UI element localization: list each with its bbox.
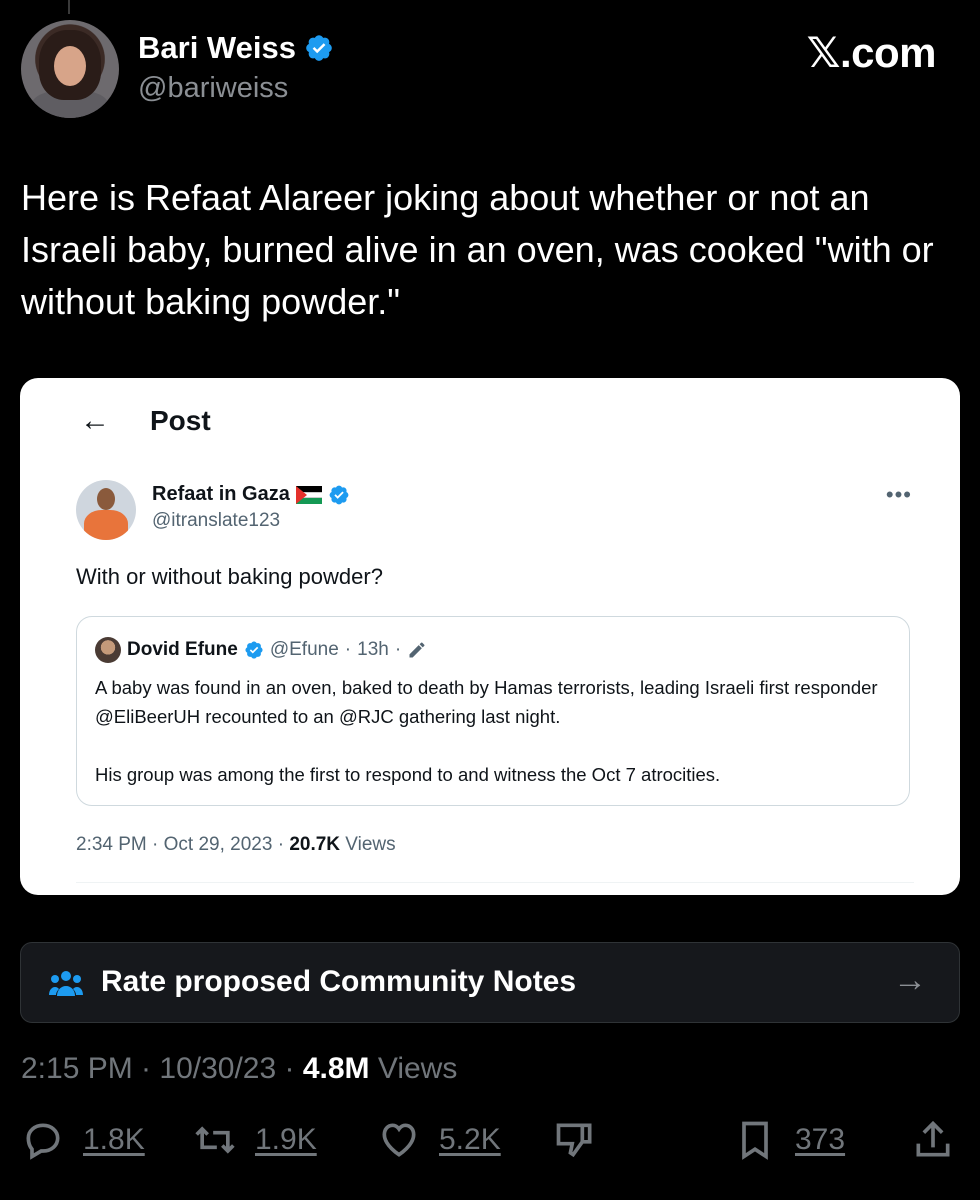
thread-line (68, 0, 70, 14)
quoted-body: A baby was found in an oven, baked to de… (95, 673, 895, 789)
tweet-text: Here is Refaat Alareer joking about whet… (21, 177, 934, 322)
embedded-author-handle: @itranslate123 (152, 510, 281, 531)
verified-badge-icon (306, 35, 332, 61)
quoted-time: 13h (357, 639, 389, 660)
verified-badge-icon (245, 641, 263, 659)
embedded-author-name: Refaat in Gaza (152, 483, 290, 505)
author-name-row[interactable]: Bari Weiss (138, 30, 334, 66)
more-options-icon: ••• (885, 482, 912, 507)
reply-count[interactable]: 1.8K (83, 1123, 145, 1157)
like-button[interactable]: 5.2K (377, 1118, 501, 1162)
bookmark-icon (742, 1121, 768, 1160)
share-icon (916, 1120, 950, 1157)
author-handle[interactable]: @bariweiss (138, 72, 334, 105)
heart-icon (382, 1123, 416, 1157)
verified-badge-icon (329, 485, 349, 504)
edited-pencil-icon (409, 642, 425, 658)
post-views-label: Views (369, 1052, 458, 1085)
reply-button[interactable]: 1.8K (21, 1118, 145, 1162)
community-people-icon (49, 971, 83, 996)
author-name[interactable]: Bari Weiss (138, 30, 296, 66)
post-timestamp[interactable]: 2:15 PM · 10/30/23 · (21, 1052, 303, 1085)
like-count[interactable]: 5.2K (439, 1123, 501, 1157)
quoted-post: Dovid Efune @Efune · 13h · A baby was fo… (76, 616, 910, 806)
repost-icon (195, 1126, 235, 1154)
quoted-separator: · (344, 639, 352, 660)
bookmark-button[interactable]: 373 (733, 1118, 845, 1162)
post-meta: 2:15 PM · 10/30/23 · 4.8M Views (21, 1052, 457, 1086)
embedded-author-block: Refaat in Gaza @itranslate123 (152, 483, 350, 532)
bookmark-count[interactable]: 373 (795, 1123, 845, 1157)
back-arrow-icon: ← (80, 404, 110, 437)
embedded-post-screenshot[interactable]: ← Post Refaat in Gaza @itranslate123 •••… (20, 378, 960, 895)
action-bar: 1.8K 1.9K 5.2K 373 (21, 1118, 961, 1178)
author-avatar[interactable] (21, 20, 119, 118)
quoted-author-name: Dovid Efune (127, 639, 238, 660)
embedded-author-avatar (76, 480, 136, 540)
downvote-button[interactable] (553, 1118, 597, 1162)
community-notes-button[interactable]: Rate proposed Community Notes → (20, 942, 960, 1023)
thumbs-down-icon (556, 1123, 592, 1158)
share-button[interactable] (911, 1118, 955, 1162)
divider (76, 882, 914, 883)
repost-count[interactable]: 1.9K (255, 1123, 317, 1157)
arrow-right-icon: → (893, 961, 927, 999)
community-notes-label: Rate proposed Community Notes (101, 965, 577, 998)
reply-icon (26, 1123, 60, 1160)
embedded-post-text: With or without baking powder? (76, 564, 383, 589)
embedded-post-title: Post (150, 405, 211, 436)
embedded-post-views-label: Views (340, 834, 396, 855)
post-views-count: 4.8M (302, 1052, 370, 1085)
embedded-post-views-count: 20.7K (289, 834, 341, 855)
embedded-post-meta: 2:34 PM · Oct 29, 2023 · 20.7K Views (76, 834, 396, 856)
x-logo-text: 𝕏.com (806, 29, 937, 76)
quoted-author-avatar (95, 637, 121, 663)
embedded-post-timestamp: 2:34 PM · Oct 29, 2023 · (76, 834, 290, 855)
repost-button[interactable]: 1.9K (193, 1118, 317, 1162)
quoted-paragraph-1: A baby was found in an oven, baked to de… (95, 677, 878, 727)
quoted-author-handle: @Efune (269, 639, 339, 660)
palestine-flag-icon (295, 485, 322, 504)
quoted-separator: · (394, 639, 402, 660)
author-block: Bari Weiss @bariweiss (138, 30, 334, 105)
quoted-paragraph-2: His group was among the first to respond… (95, 764, 721, 785)
embedded-post-header: ← Post (80, 404, 211, 438)
